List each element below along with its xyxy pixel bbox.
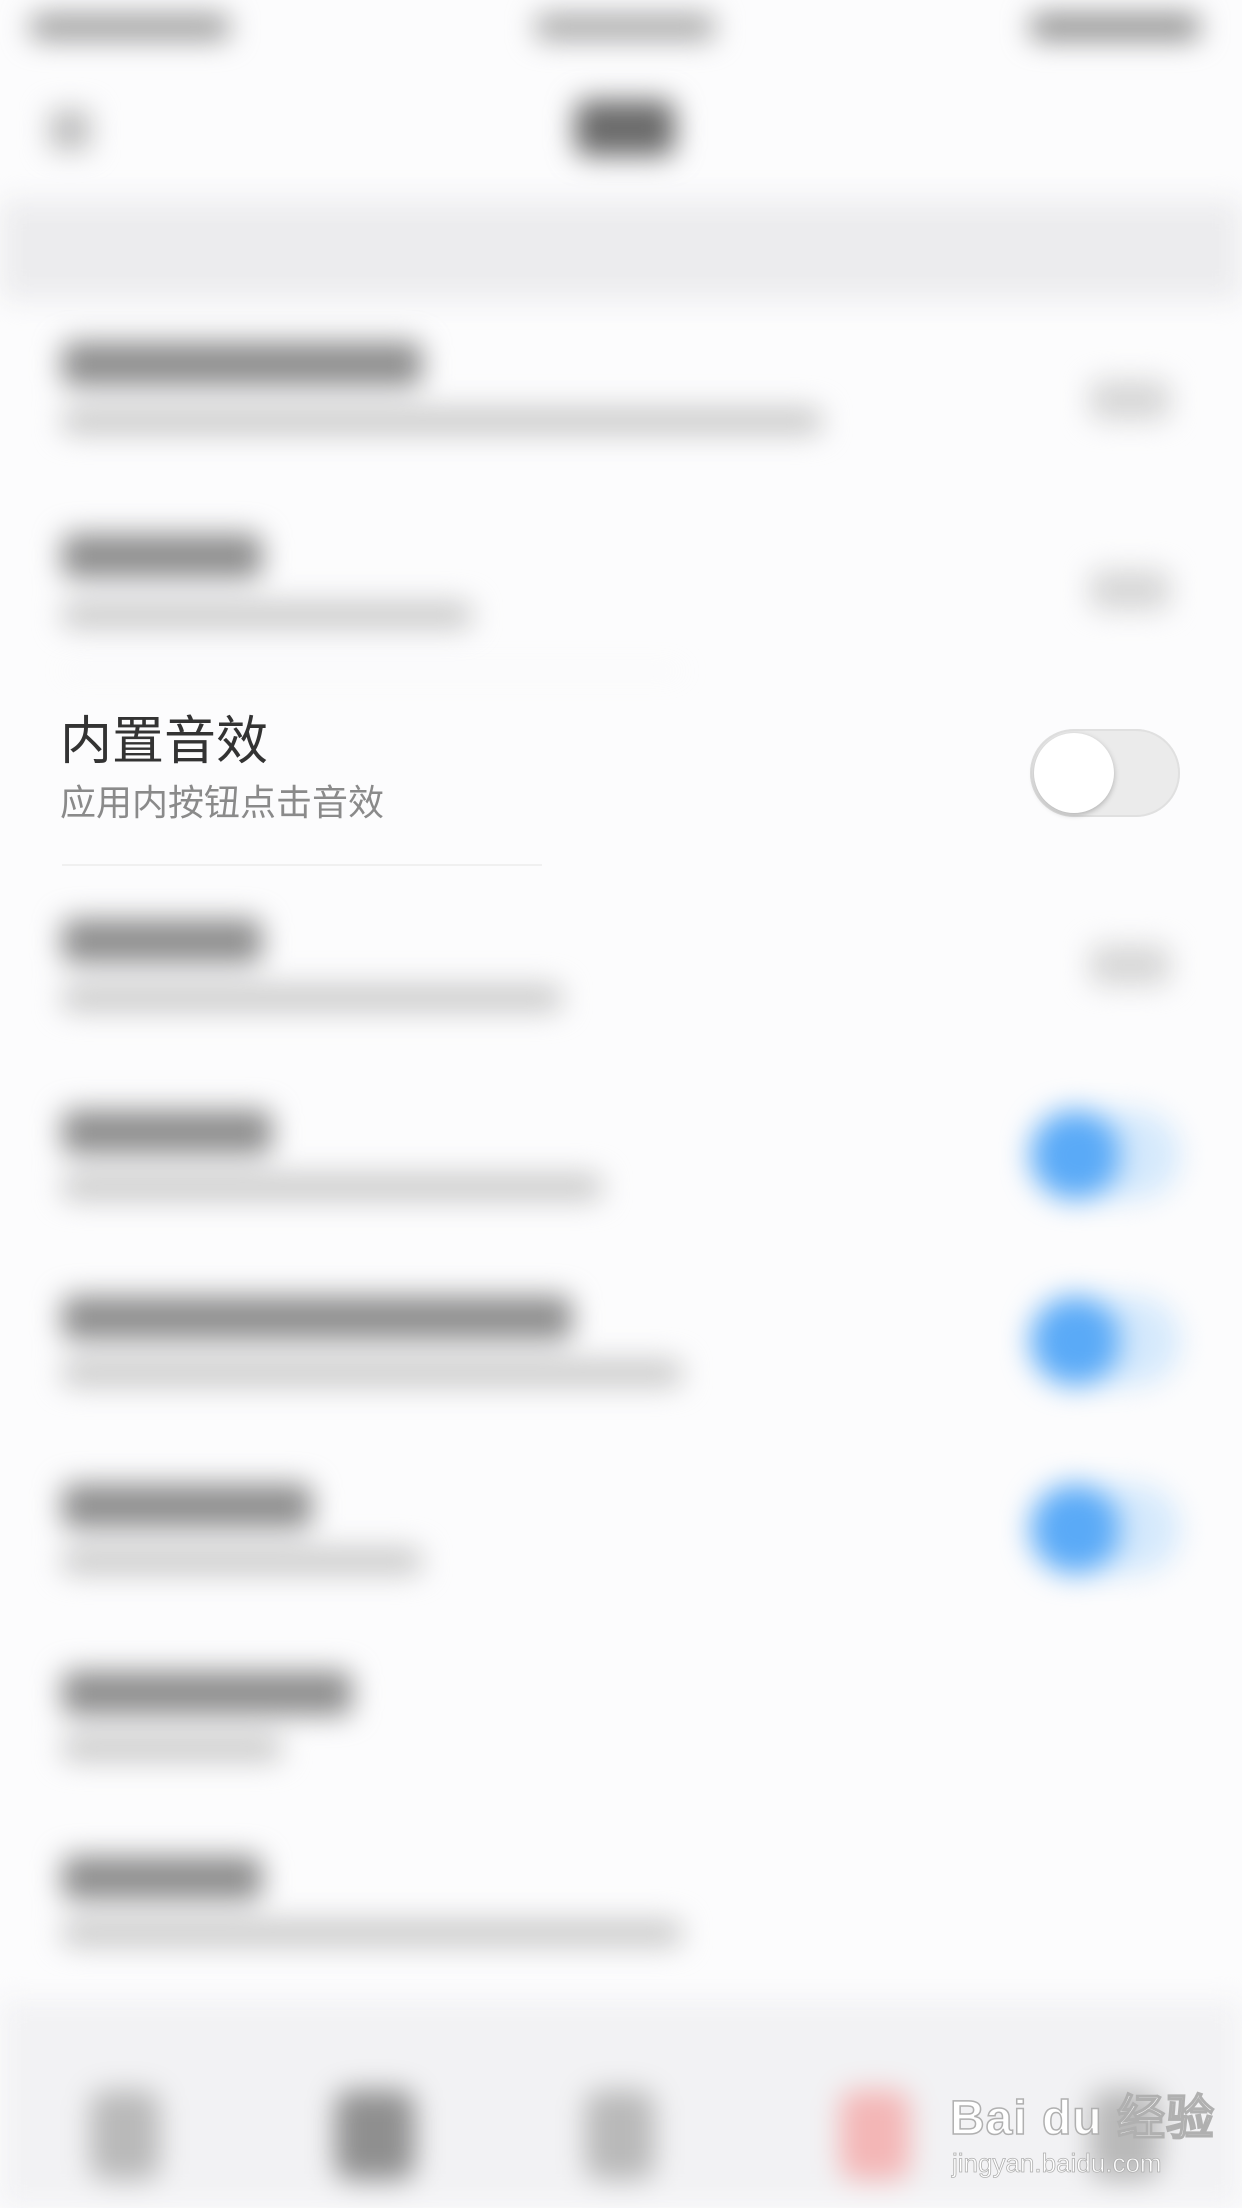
row-value bbox=[1090, 380, 1170, 420]
status-bar bbox=[0, 0, 1242, 60]
settings-screen: 内置音效 应用内按钮点击音效 Bai du 经验 jingyan.baidu.c… bbox=[0, 0, 1242, 2208]
divider bbox=[62, 670, 682, 672]
row-subtitle bbox=[62, 1735, 282, 1761]
status-time bbox=[30, 14, 230, 40]
watermark-url: jingyan.baidu.com bbox=[952, 2148, 1162, 2179]
toggle-on[interactable] bbox=[1030, 1484, 1120, 1574]
row-subtitle bbox=[62, 1920, 682, 1946]
nav-bar bbox=[0, 60, 1242, 190]
row-subtitle bbox=[62, 602, 472, 628]
status-carrier bbox=[535, 14, 715, 40]
row-value bbox=[1090, 945, 1170, 985]
tab-third-icon[interactable] bbox=[585, 2090, 655, 2180]
row-title bbox=[62, 534, 262, 578]
row-title bbox=[62, 1296, 572, 1340]
settings-row[interactable] bbox=[0, 905, 1242, 1035]
baidu-jingyan-watermark: Bai du 经验 jingyan.baidu.com bbox=[949, 2078, 1215, 2179]
row-title bbox=[62, 1484, 312, 1528]
row-subtitle-builtin-sound: 应用内按钮点击音效 bbox=[60, 783, 385, 824]
watermark-brand: Bai du 经验 bbox=[949, 2091, 1216, 2146]
toggle-on[interactable] bbox=[1030, 1110, 1120, 1200]
row-title bbox=[62, 342, 422, 386]
row-value bbox=[1090, 570, 1170, 610]
settings-row[interactable] bbox=[0, 1280, 1242, 1410]
settings-row[interactable] bbox=[0, 1090, 1242, 1220]
builtin-sound-toggle[interactable] bbox=[1030, 729, 1180, 817]
row-subtitle bbox=[62, 408, 822, 434]
row-subtitle bbox=[62, 1548, 422, 1574]
row-subtitle bbox=[62, 985, 562, 1011]
status-battery-icon bbox=[1030, 14, 1200, 40]
toggle-on[interactable] bbox=[1030, 1296, 1120, 1386]
tab-fourth-icon[interactable] bbox=[840, 2090, 910, 2180]
page-title bbox=[575, 100, 675, 156]
tab-second-icon[interactable] bbox=[335, 2090, 415, 2180]
section-gap bbox=[0, 200, 1242, 300]
settings-row[interactable] bbox=[0, 530, 1242, 650]
row-title bbox=[62, 919, 262, 963]
row-title bbox=[62, 1671, 352, 1715]
row-title bbox=[62, 1856, 262, 1900]
row-title-builtin-sound: 内置音效 bbox=[60, 712, 269, 772]
row-subtitle bbox=[62, 1360, 682, 1386]
toggle-knob bbox=[1034, 733, 1114, 813]
settings-row[interactable] bbox=[0, 330, 1242, 480]
row-title bbox=[62, 1110, 272, 1154]
settings-row[interactable] bbox=[0, 1470, 1242, 1600]
settings-row[interactable] bbox=[0, 1850, 1242, 1970]
row-subtitle bbox=[62, 1174, 602, 1200]
back-icon[interactable] bbox=[50, 110, 90, 150]
settings-row[interactable] bbox=[0, 1665, 1242, 1785]
tab-home-icon[interactable] bbox=[90, 2090, 160, 2180]
divider bbox=[62, 864, 542, 866]
